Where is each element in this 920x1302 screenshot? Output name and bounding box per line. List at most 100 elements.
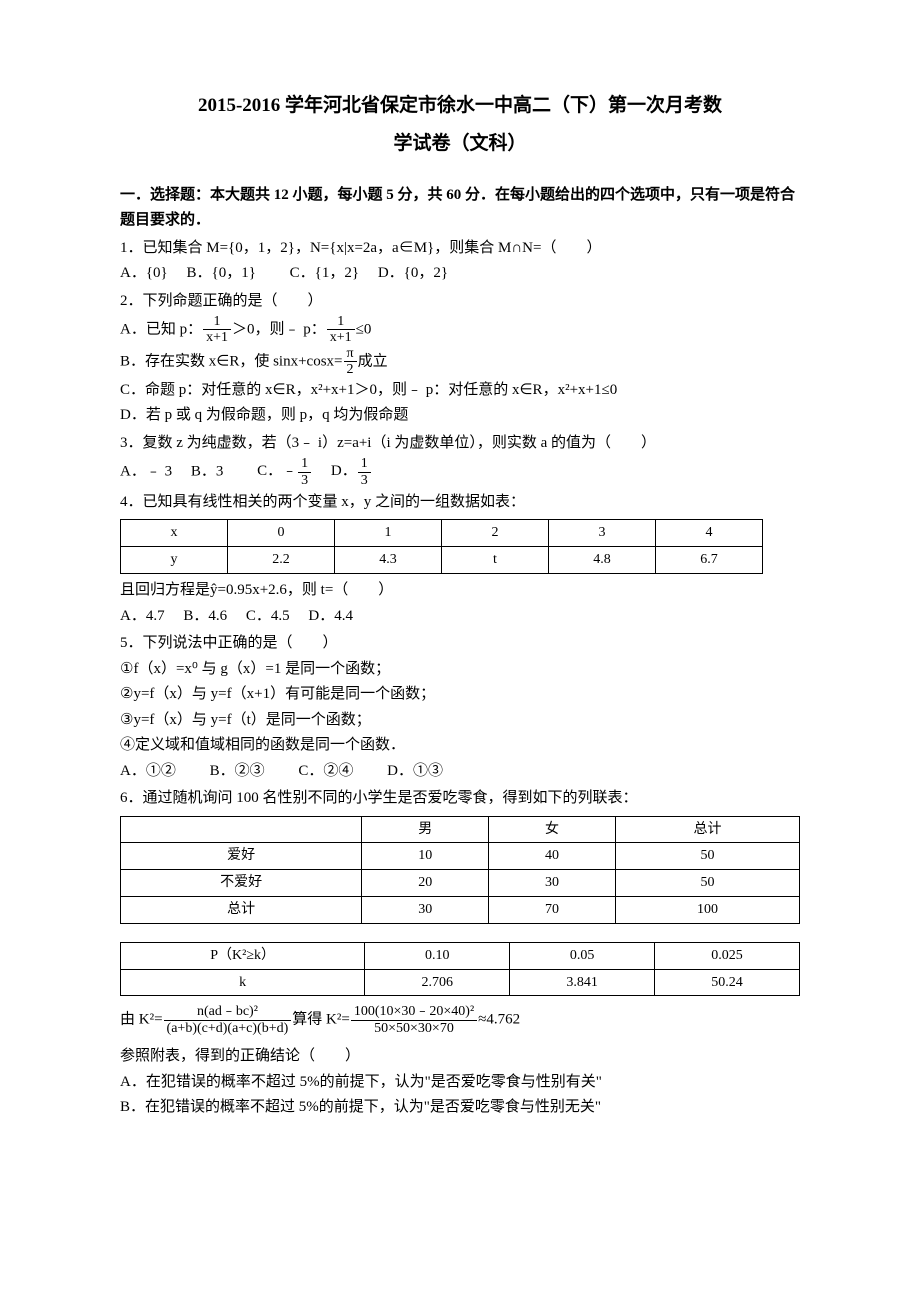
cell: k [121, 969, 365, 996]
q4-data-table: x 0 1 2 3 4 y 2.2 4.3 t 4.8 6.7 [120, 519, 763, 574]
q1-option-b: B．{0，1} [187, 265, 256, 281]
cell: y [121, 547, 228, 574]
frac-den: 50×50×30×70 [351, 1021, 477, 1036]
cell: 6.7 [656, 547, 763, 574]
table-row: y 2.2 4.3 t 4.8 6.7 [121, 547, 763, 574]
cell: 0 [228, 520, 335, 547]
q6-contingency-table: 男 女 总计 爱好 10 40 50 不爱好 20 30 50 总计 30 70… [120, 816, 800, 924]
frac-num: n(ad﹣bc)² [164, 1004, 292, 1020]
cell: 1 [335, 520, 442, 547]
cell: 3.841 [510, 969, 655, 996]
q4-option-a: A．4.7 [120, 608, 165, 624]
q6-k2-formula-frac: n(ad﹣bc)²(a+b)(c+d)(a+c)(b+d) [164, 1004, 292, 1036]
frac-den: x+1 [327, 330, 355, 345]
q5-option-b: B．②③ [210, 763, 265, 779]
cell: 不爱好 [121, 870, 362, 897]
cell: 爱好 [121, 843, 362, 870]
q2-option-d: D．若 p 或 q 为假命题，则 p，q 均为假命题 [120, 403, 800, 429]
cell: t [442, 547, 549, 574]
section-heading-1: 一．选择题：本大题共 12 小题，每小题 5 分，共 60 分．在每小题给出的四… [120, 183, 800, 234]
cell: x [121, 520, 228, 547]
q2-b-pre: B．存在实数 x∈R，使 sinx+cosx= [120, 353, 343, 369]
frac-den: (a+b)(c+d)(a+c)(b+d) [164, 1021, 292, 1036]
q4-line2-pre: 且回归方程是 [120, 582, 210, 598]
frac-num: 100(10×30﹣20×40)² [351, 1004, 477, 1020]
q2-a-pre: A．已知 p： [120, 321, 202, 337]
q6-formula-mid: 算得 K²= [292, 1012, 350, 1028]
cell: 3 [549, 520, 656, 547]
cell: 总计 [121, 896, 362, 923]
q1-option-a: A．{0} [120, 265, 168, 281]
q3-option-a: A．﹣ 3 [120, 463, 172, 479]
q2-option-a: A．已知 p：1x+1＞0，则﹣ p：1x+1≤0 [120, 314, 800, 346]
cell: 2.2 [228, 547, 335, 574]
question-3-options: A．﹣ 3 B．3 C．﹣13 D．13 [120, 456, 800, 488]
q5-option-d: D．①③ [387, 763, 443, 779]
frac-num: 1 [203, 314, 231, 330]
frac-den: 3 [358, 473, 371, 488]
cell: 0.10 [365, 942, 510, 969]
q4-option-c: C．4.5 [246, 608, 290, 624]
cell: 0.05 [510, 942, 655, 969]
frac-den: 3 [298, 473, 311, 488]
cell: 20 [362, 870, 489, 897]
q4-option-d: D．4.4 [308, 608, 353, 624]
table-row: x 0 1 2 3 4 [121, 520, 763, 547]
question-4-stem: 4．已知具有线性相关的两个变量 x，y 之间的一组数据如表： [120, 490, 800, 516]
q5-option-c: C．②④ [298, 763, 353, 779]
q2-a-frac1: 1x+1 [203, 314, 231, 346]
cell: 10 [362, 843, 489, 870]
cell [121, 816, 362, 843]
q6-formula-post: ≈4.762 [478, 1012, 520, 1028]
frac-num: 1 [298, 456, 311, 472]
question-6-stem: 6．通过随机询问 100 名性别不同的小学生是否爱吃零食，得到如下的列联表： [120, 786, 800, 812]
table-row: 总计 30 70 100 [121, 896, 800, 923]
q2-b-frac: π2 [344, 346, 357, 378]
q2-a-post: ≤0 [356, 321, 372, 337]
cell: 0.025 [655, 942, 800, 969]
q4-option-b: B．4.6 [183, 608, 227, 624]
q5-statement-1: ①f（x）=x⁰ 与 g（x）=1 是同一个函数； [120, 657, 800, 683]
q3-d-frac: 13 [358, 456, 371, 488]
q5-statement-3: ③y=f（x）与 y=f（t）是同一个函数； [120, 708, 800, 734]
question-2-stem: 2．下列命题正确的是（ ） [120, 289, 800, 315]
page-title-line1: 2015-2016 学年河北省保定市徐水一中高二（下）第一次月考数 [120, 90, 800, 122]
q1-option-c: C．{1，2} [290, 265, 359, 281]
cell: 总计 [615, 816, 799, 843]
q3-option-d: D．13 [331, 463, 372, 479]
q2-b-post: 成立 [358, 353, 388, 369]
cell: 50 [615, 870, 799, 897]
question-4-options: A．4.7 B．4.6 C．4.5 D．4.4 [120, 604, 800, 630]
question-5-stem: 5．下列说法中正确的是（ ） [120, 631, 800, 657]
cell: 2 [442, 520, 549, 547]
q3-c-pre: C．﹣ [257, 463, 297, 479]
table-row: 男 女 总计 [121, 816, 800, 843]
q6-formula-line: 由 K²=n(ad﹣bc)²(a+b)(c+d)(a+c)(b+d)算得 K²=… [120, 1004, 800, 1036]
cell: 30 [489, 870, 616, 897]
q5-option-a: A．①② [120, 763, 176, 779]
cell: 4.8 [549, 547, 656, 574]
spacer [120, 928, 800, 938]
cell: 70 [489, 896, 616, 923]
cell: 4.3 [335, 547, 442, 574]
q3-option-c: C．﹣13 [257, 463, 312, 479]
q3-c-frac: 13 [298, 456, 311, 488]
frac-num: π [344, 346, 357, 362]
q2-a-frac2: 1x+1 [327, 314, 355, 346]
cell: 50.24 [655, 969, 800, 996]
frac-den: x+1 [203, 330, 231, 345]
frac-den: 2 [344, 362, 357, 377]
table-row: P（K²≥k） 0.10 0.05 0.025 [121, 942, 800, 969]
question-5-options: A．①② B．②③ C．②④ D．①③ [120, 759, 800, 785]
cell: 50 [615, 843, 799, 870]
cell: 男 [362, 816, 489, 843]
q5-statement-2: ②y=f（x）与 y=f（x+1）有可能是同一个函数； [120, 682, 800, 708]
q6-option-a: A．在犯错误的概率不超过 5%的前提下，认为"是否爱吃零食与性别有关" [120, 1070, 800, 1096]
table-row: k 2.706 3.841 50.24 [121, 969, 800, 996]
q6-k2-calc-frac: 100(10×30﹣20×40)²50×50×30×70 [351, 1004, 477, 1036]
q4-line2: 且回归方程是ŷ=0.95x+2.6，则 t=（ ） [120, 578, 800, 604]
cell: 30 [362, 896, 489, 923]
q1-option-d: D．{0，2} [378, 265, 448, 281]
q2-option-b: B．存在实数 x∈R，使 sinx+cosx=π2成立 [120, 346, 800, 378]
q6-formula-pre: 由 K²= [120, 1012, 163, 1028]
